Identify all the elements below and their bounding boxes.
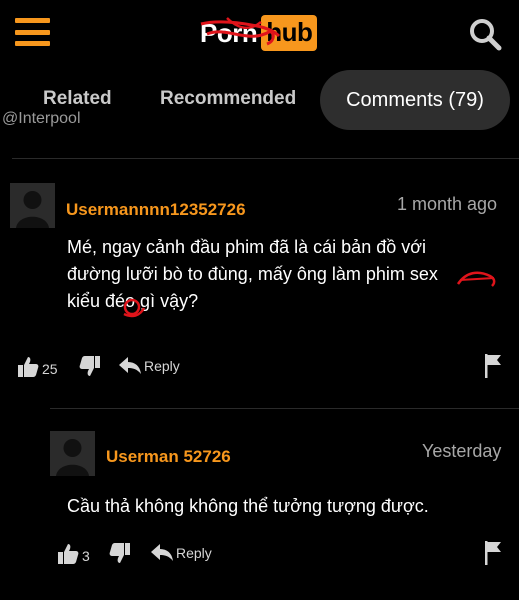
hamburger-menu-icon[interactable] [15,18,50,46]
comment-text-line: đường lưỡi bò to đùng, mấy ông làm phim … [67,264,438,284]
reply-label: Reply [144,358,180,374]
thumbs-up-icon [58,544,79,564]
flag-icon[interactable] [484,354,502,378]
user-silhouette-icon [56,439,89,476]
tab-comments-label: Comments (79) [346,88,484,111]
flag-icon[interactable] [484,541,502,565]
comment-time: Yesterday [422,441,502,461]
reply-button[interactable]: Reply [151,544,212,562]
thumbs-down-icon[interactable] [109,542,131,564]
comment-username[interactable]: Userman 52726 [106,447,231,467]
search-icon[interactable] [468,17,502,51]
user-silhouette-icon [16,191,49,228]
comment-text-line: Cầu thả không không thể tưởng tượng được… [67,496,429,516]
reply-arrow-icon [119,357,141,374]
reply-arrow-icon [151,544,173,561]
top-header: Porn hub [0,0,519,68]
tab-related[interactable]: Related [43,88,112,110]
divider [12,158,519,159]
comment-username[interactable]: Usermannnn12352726 [66,200,246,220]
thumbs-down-icon[interactable] [79,355,101,377]
comment-text-line: Mé, ngay cảnh đầu phim đã là cái bản đồ … [67,237,427,257]
censor-scribble [456,271,496,287]
comment-time: 1 month ago [397,194,498,214]
divider [50,408,519,409]
thumbs-up-icon [18,357,39,377]
tab-recommended[interactable]: Recommended [160,88,296,110]
censor-scribble [123,298,146,318]
avatar[interactable] [10,183,55,228]
like-button[interactable]: 3 [57,543,90,565]
like-button[interactable]: 25 [17,356,58,378]
reply-label: Reply [176,545,212,561]
comment-text: Cầu thả không không thể tưởng tượng được… [67,493,507,520]
watermark: @Interpool [2,110,81,127]
censor-scribble [200,17,281,46]
reply-button[interactable]: Reply [119,357,180,375]
tab-comments[interactable]: Comments (79) [320,70,510,130]
avatar[interactable] [50,431,95,476]
like-count: 25 [42,361,58,377]
like-count: 3 [82,548,90,564]
